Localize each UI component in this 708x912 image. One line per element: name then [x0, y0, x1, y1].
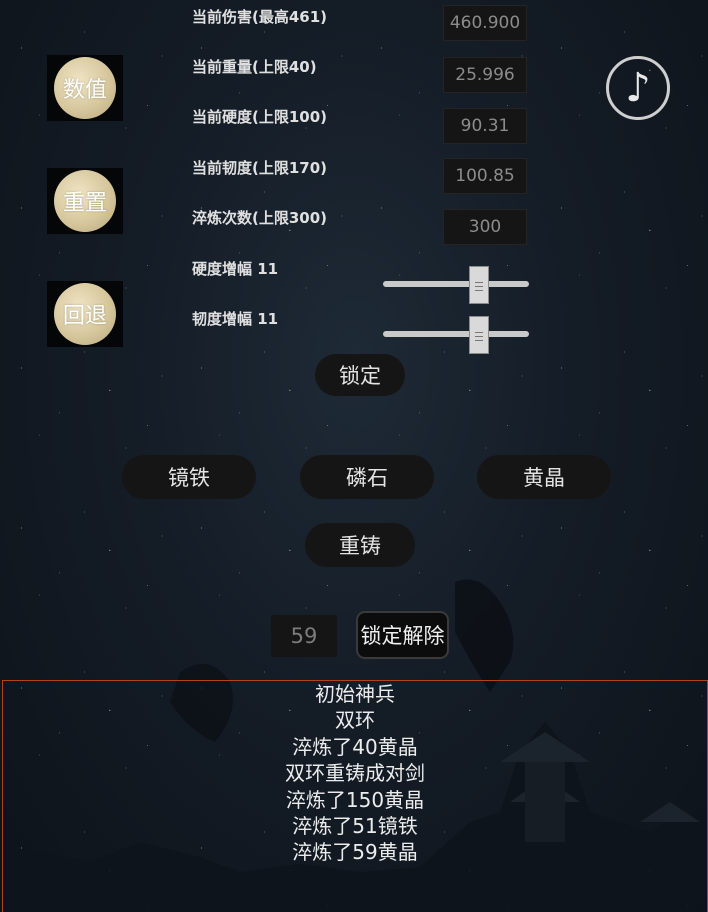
hardness-gain-label: 硬度增幅 11: [192, 260, 279, 278]
refine-count-label: 淬炼次数(上限300): [192, 209, 328, 227]
undo-button-label: 回退: [62, 304, 107, 329]
reset-button-label: 重置: [62, 191, 107, 216]
moon-icon: 重置: [54, 170, 116, 232]
weight-label: 当前重量(上限40): [192, 58, 317, 76]
music-note-icon[interactable]: ♪: [606, 56, 670, 120]
hardness-value: 90.31: [443, 108, 527, 144]
undo-button[interactable]: 回退: [47, 281, 123, 347]
toughness-label: 当前韧度(上限170): [192, 159, 328, 177]
history-log: 初始神兵 双环 淬炼了40黄晶 双环重铸成对剑 淬炼了150黄晶 淬炼了51镜铁…: [2, 680, 708, 912]
toughness-value: 100.85: [443, 158, 527, 194]
toughness-gain-slider[interactable]: [383, 314, 529, 354]
moon-icon: 数值: [54, 57, 116, 119]
reset-button[interactable]: 重置: [47, 168, 123, 234]
slider-thumb[interactable]: [469, 316, 490, 354]
slider-thumb[interactable]: [469, 266, 490, 304]
damage-value: 460.900: [443, 5, 527, 41]
weight-value: 25.996: [443, 57, 527, 93]
refine-count-value: 300: [443, 209, 527, 245]
values-button-label: 数值: [62, 78, 107, 103]
log-line: 初始神兵: [315, 682, 395, 706]
hardness-label: 当前硬度(上限100): [192, 108, 328, 126]
hardness-gain-slider[interactable]: [383, 264, 529, 304]
log-line: 双环: [335, 708, 375, 733]
material-button-mirror-iron[interactable]: 镜铁: [122, 455, 256, 499]
material-button-yellow-crystal[interactable]: 黄晶: [477, 455, 611, 499]
values-button[interactable]: 数值: [47, 55, 123, 121]
slider-track: [383, 331, 529, 337]
lock-button[interactable]: 锁定: [315, 354, 405, 396]
damage-label: 当前伤害(最高461): [192, 8, 328, 26]
log-line: 双环重铸成对剑: [285, 761, 425, 786]
unlock-button[interactable]: 锁定解除: [356, 611, 449, 659]
log-line: 淬炼了40黄晶: [292, 734, 418, 759]
moon-icon: 回退: [54, 283, 116, 345]
log-line: 淬炼了51镜铁: [292, 813, 418, 838]
counter-value: 59: [271, 615, 337, 657]
log-line: 淬炼了59黄晶: [292, 840, 418, 865]
recast-button[interactable]: 重铸: [305, 523, 415, 567]
log-line: 淬炼了150黄晶: [285, 787, 425, 812]
material-button-phosphor-stone[interactable]: 磷石: [300, 455, 434, 499]
slider-track: [383, 281, 529, 287]
toughness-gain-label: 韧度增幅 11: [192, 310, 279, 328]
